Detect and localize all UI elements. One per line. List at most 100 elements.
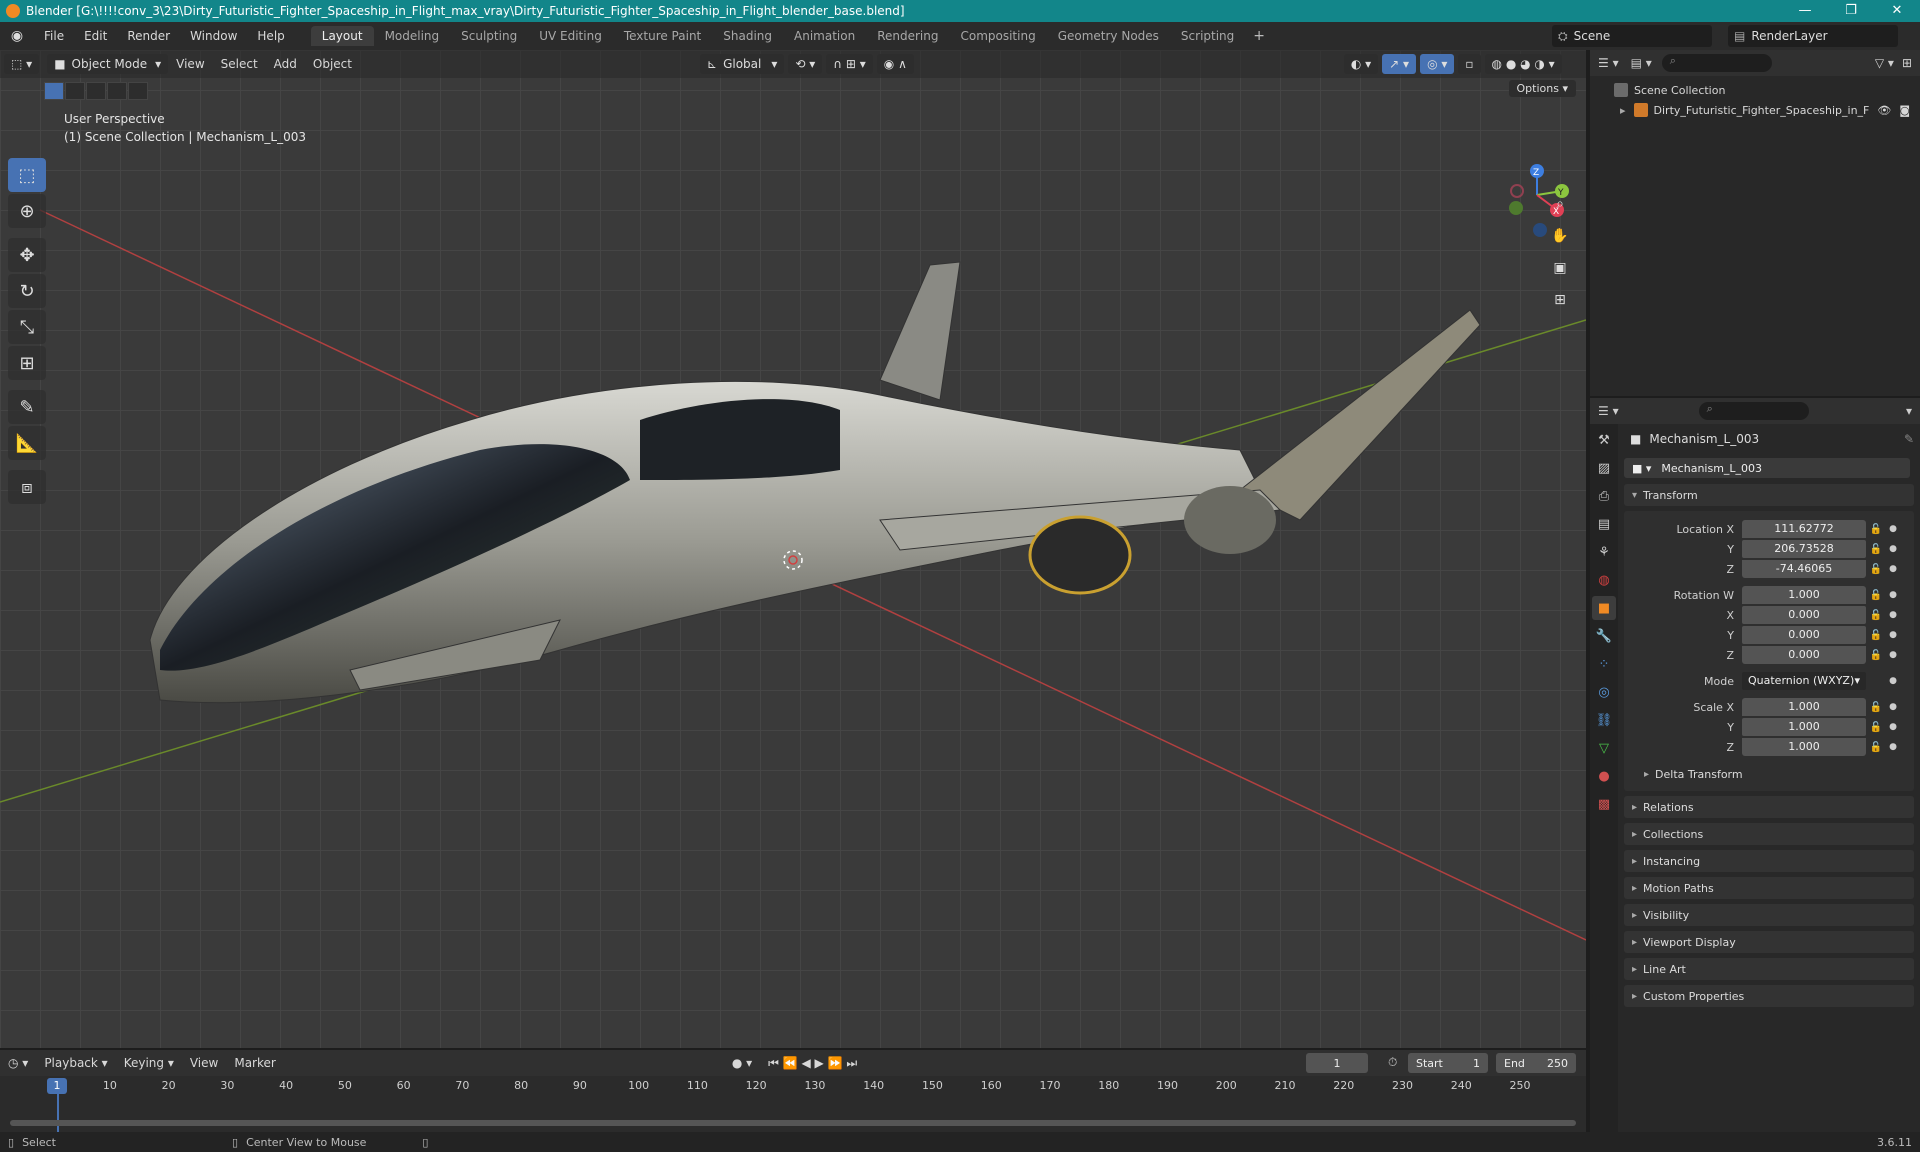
keyframe-dot-icon[interactable]: ● [1886, 702, 1900, 712]
select-invert-icon[interactable] [107, 82, 127, 100]
current-frame-field[interactable]: 1 [1306, 1053, 1368, 1073]
pivot-point-button[interactable]: ⟲ ▾ [788, 54, 823, 74]
menu-file[interactable]: File [34, 29, 74, 43]
move-tool[interactable]: ✥ [8, 238, 46, 272]
frame-cursor[interactable]: 1 [47, 1078, 67, 1094]
view-layer-tab-icon[interactable]: ▤ [1592, 512, 1616, 536]
menu-render[interactable]: Render [117, 29, 180, 43]
tab-scripting[interactable]: Scripting [1170, 26, 1245, 46]
relations-panel-header[interactable]: ▸ Relations [1624, 796, 1914, 818]
scene-tab-icon[interactable]: ⚘ [1592, 540, 1616, 564]
pin-icon[interactable]: ✎ [1904, 432, 1914, 446]
frame-ruler[interactable]: 1102030405060708090100110120130140150160… [0, 1076, 1586, 1096]
lock-icon[interactable]: 🔓 [1866, 702, 1886, 713]
add-workspace-icon[interactable]: + [1245, 28, 1273, 44]
overlays-toggle[interactable]: ◎ ▾ [1420, 54, 1455, 74]
constraints-tab-icon[interactable]: ⛓ [1592, 708, 1616, 732]
motion-paths-panel-header[interactable]: ▸ Motion Paths [1624, 877, 1914, 899]
lock-icon[interactable]: 🔓 [1866, 610, 1886, 621]
object-tab-icon[interactable]: ■ [1592, 596, 1616, 620]
outliner-editor-icon[interactable]: ☰ ▾ [1598, 56, 1619, 70]
eye-visibility-icon[interactable]: 👁 [1877, 104, 1891, 117]
rotate-tool[interactable]: ↻ [8, 274, 46, 308]
rotation-x-field[interactable]: 0.000 [1742, 606, 1866, 624]
menu-select[interactable]: Select [213, 57, 266, 71]
menu-view[interactable]: View [168, 57, 212, 71]
line-art-panel-header[interactable]: ▸ Line Art [1624, 958, 1914, 980]
measure-tool[interactable]: 📐 [8, 426, 46, 460]
output-tab-icon[interactable]: ⎙ [1592, 484, 1616, 508]
orientation-dropdown[interactable]: ⊾ Global ▾ [700, 54, 785, 74]
keyframe-dot-icon[interactable]: ● [1886, 630, 1900, 640]
tab-rendering[interactable]: Rendering [866, 26, 949, 46]
expand-arrow-icon[interactable]: ▸ [1620, 104, 1626, 117]
zoom-icon[interactable]: ⌕ [1546, 190, 1574, 218]
menu-edit[interactable]: Edit [74, 29, 117, 43]
world-tab-icon[interactable]: ◍ [1592, 568, 1616, 592]
texture-tab-icon[interactable]: ▩ [1592, 792, 1616, 816]
tab-compositing[interactable]: Compositing [949, 26, 1046, 46]
object-name-field[interactable]: ■ ▾ Mechanism_L_003 [1624, 458, 1910, 478]
tab-animation[interactable]: Animation [783, 26, 866, 46]
tab-modeling[interactable]: Modeling [374, 26, 451, 46]
visibility-button[interactable]: ◐ ▾ [1343, 54, 1379, 74]
location-y-field[interactable]: 206.73528 [1742, 540, 1866, 558]
keyframe-dot-icon[interactable]: ● [1886, 676, 1900, 686]
viewport-display-panel-header[interactable]: ▸ Viewport Display [1624, 931, 1914, 953]
select-extend-icon[interactable] [65, 82, 85, 100]
tab-geometry-nodes[interactable]: Geometry Nodes [1047, 26, 1170, 46]
rotation-mode-dropdown[interactable]: Quaternion (WXYZ) ▾ [1742, 672, 1866, 690]
menu-help[interactable]: Help [247, 29, 294, 43]
options-dropdown[interactable]: Options ▾ [1508, 80, 1576, 97]
start-frame-field[interactable]: Start 1 [1408, 1053, 1488, 1073]
proportional-edit-button[interactable]: ◉ ∧ [876, 54, 914, 74]
tab-uv-editing[interactable]: UV Editing [528, 26, 613, 46]
gizmos-toggle[interactable]: ↗ ▾ [1382, 54, 1417, 74]
menu-playback[interactable]: Playback ▾ [36, 1056, 115, 1070]
lock-icon[interactable]: 🔓 [1866, 544, 1886, 555]
keyframe-dot-icon[interactable]: ● [1886, 722, 1900, 732]
display-mode-icon[interactable]: ▤ ▾ [1631, 56, 1652, 70]
cursor-tool[interactable]: ⊕ [8, 194, 46, 228]
menu-marker[interactable]: Marker [226, 1056, 283, 1070]
delta-transform-header[interactable]: ▸ Delta Transform [1624, 763, 1914, 785]
select-box-tool[interactable]: ⬚ [8, 158, 46, 192]
location-x-field[interactable]: 111.62772 [1742, 520, 1866, 538]
lock-icon[interactable]: 🔓 [1866, 650, 1886, 661]
new-collection-icon[interactable]: ⊞ [1902, 56, 1912, 70]
tool-tab-icon[interactable]: ⚒ [1592, 428, 1616, 452]
lock-icon[interactable]: 🔓 [1866, 722, 1886, 733]
select-subtract-icon[interactable] [86, 82, 106, 100]
lock-icon[interactable]: 🔓 [1866, 564, 1886, 575]
stopwatch-icon[interactable]: ⏱ [1388, 1055, 1397, 1070]
outliner-row-scene-collection[interactable]: Scene Collection [1590, 80, 1920, 100]
rotation-y-field[interactable]: 0.000 [1742, 626, 1866, 644]
minimize-button[interactable]: — [1782, 0, 1828, 22]
camera-icon[interactable]: ▣ [1546, 254, 1574, 282]
lock-icon[interactable]: 🔓 [1866, 590, 1886, 601]
properties-search-input[interactable]: ⌕ [1698, 402, 1809, 420]
tab-shading[interactable]: Shading [712, 26, 783, 46]
timeline-scrollbar[interactable] [10, 1120, 1576, 1126]
material-tab-icon[interactable]: ● [1592, 764, 1616, 788]
data-tab-icon[interactable]: ▽ [1592, 736, 1616, 760]
particles-tab-icon[interactable]: ⁘ [1592, 652, 1616, 676]
snap-button[interactable]: ∩ ⊞ ▾ [826, 54, 873, 74]
3d-viewport[interactable]: Z Y X ⬚ ▾ ■ Object Mode ▾ View Select Ad… [0, 50, 1586, 1048]
filter-icon[interactable]: ▽ ▾ [1875, 56, 1894, 70]
menu-timeline-view[interactable]: View [182, 1056, 226, 1070]
chevron-down-icon[interactable]: ▾ [1906, 404, 1912, 418]
xray-toggle[interactable]: ▫ [1458, 54, 1481, 74]
select-new-icon[interactable] [44, 82, 64, 100]
shading-modes[interactable]: ◍ ● ◕ ◑ ▾ [1484, 54, 1562, 74]
keyframe-dot-icon[interactable]: ● [1886, 610, 1900, 620]
visibility-panel-header[interactable]: ▸ Visibility [1624, 904, 1914, 926]
annotate-tool[interactable]: ✎ [8, 390, 46, 424]
render-tab-icon[interactable]: ▨ [1592, 456, 1616, 480]
modifier-tab-icon[interactable]: 🔧 [1592, 624, 1616, 648]
transform-tool[interactable]: ⊞ [8, 346, 46, 380]
transform-panel-header[interactable]: ▾ Transform [1624, 484, 1914, 506]
location-z-field[interactable]: -74.46065 [1742, 560, 1866, 578]
add-cube-tool[interactable]: ⧈ [8, 470, 46, 504]
editor-type-button[interactable]: ⬚ ▾ [4, 54, 40, 74]
